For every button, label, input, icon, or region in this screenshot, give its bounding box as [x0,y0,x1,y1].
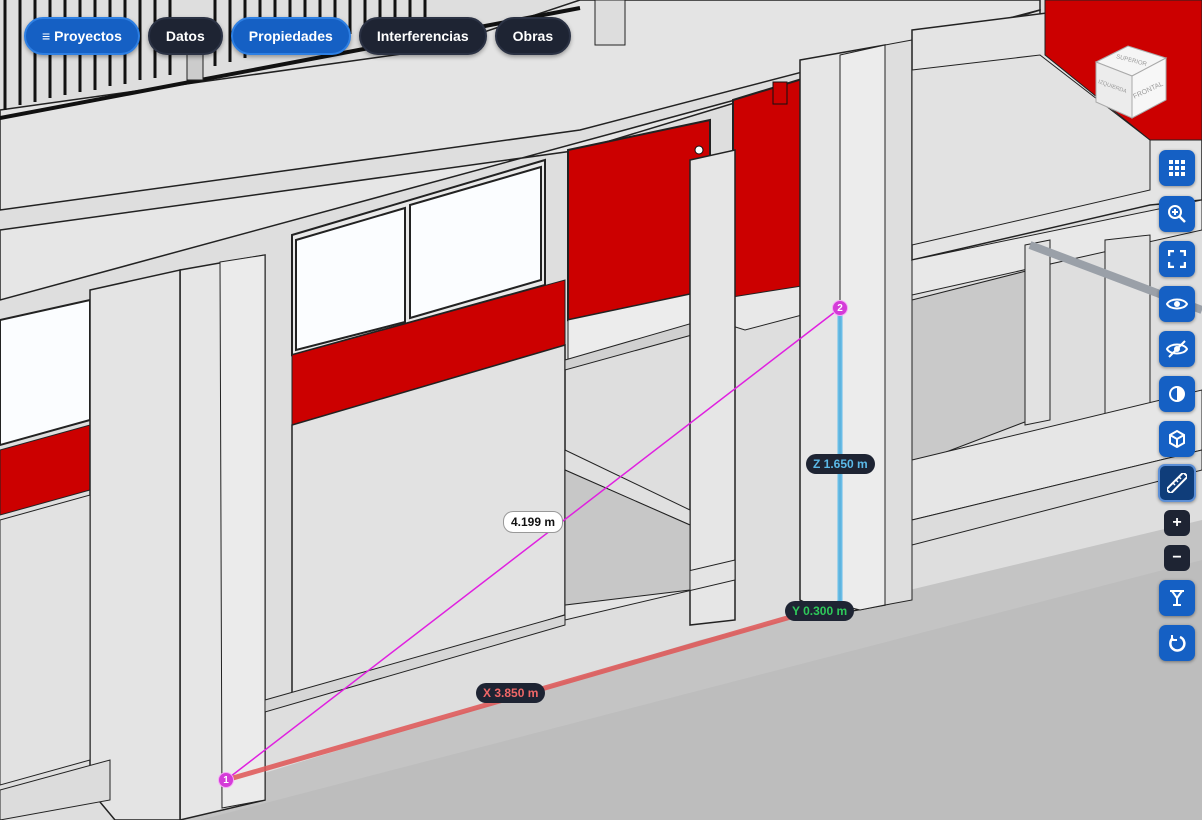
zoom-out-button[interactable]: − [1164,545,1190,571]
model-viewport[interactable] [0,0,1202,820]
datos-button[interactable]: Datos [147,17,223,55]
proyectos-button[interactable]: ≡ Proyectos [24,17,140,55]
top-nav: ≡ Proyectos Datos Propiedades Interferen… [24,17,572,55]
minus-icon: − [1172,549,1182,566]
zoom-in-button[interactable]: + [1164,510,1190,536]
fit-view-button[interactable] [1159,241,1195,277]
contrast-button[interactable] [1159,376,1195,412]
measure-distance-label: 4.199 m [503,511,564,533]
measure-z-label: Z 1.650 m [806,454,875,474]
propiedades-button[interactable]: Propiedades [230,17,351,55]
interferencias-button[interactable]: Interferencias [358,17,487,55]
contrast-icon [1169,386,1185,402]
measure-x-label: X 3.850 m [476,683,546,703]
measure-tool-button[interactable] [1158,464,1196,502]
grid-button[interactable] [1159,150,1195,186]
show-button[interactable] [1159,286,1195,322]
datos-label: Datos [165,28,205,44]
measure-y-label: Y 0.300 m [785,601,855,621]
filter-icon [1170,590,1184,606]
column-center [689,149,736,626]
obras-button[interactable]: Obras [494,17,572,55]
menu-icon: ≡ [42,28,51,44]
view-cube[interactable]: SUPERIOR IZQUIERDA FRONTAL [1088,38,1174,124]
proyectos-label: Proyectos [54,28,122,44]
hide-icon [1166,340,1188,358]
fit-view-icon [1168,250,1186,268]
filter-button[interactable] [1159,580,1195,616]
measure-point-1[interactable]: 1 [218,772,234,788]
obras-label: Obras [512,28,554,44]
grid-icon [1169,160,1185,176]
hide-button[interactable] [1159,331,1195,367]
measure-point-2[interactable]: 2 [832,300,848,316]
plus-icon: + [1172,514,1182,531]
interferencias-label: Interferencias [376,28,469,44]
ruler-icon [1167,473,1187,493]
propiedades-label: Propiedades [248,28,333,44]
cube-icon [1169,430,1185,448]
reset-icon [1169,635,1186,652]
zoom-area-icon [1168,205,1186,223]
reset-view-button[interactable] [1159,625,1195,661]
zoom-area-button[interactable] [1159,196,1195,232]
cube-button[interactable] [1159,421,1195,457]
show-icon [1166,298,1188,310]
